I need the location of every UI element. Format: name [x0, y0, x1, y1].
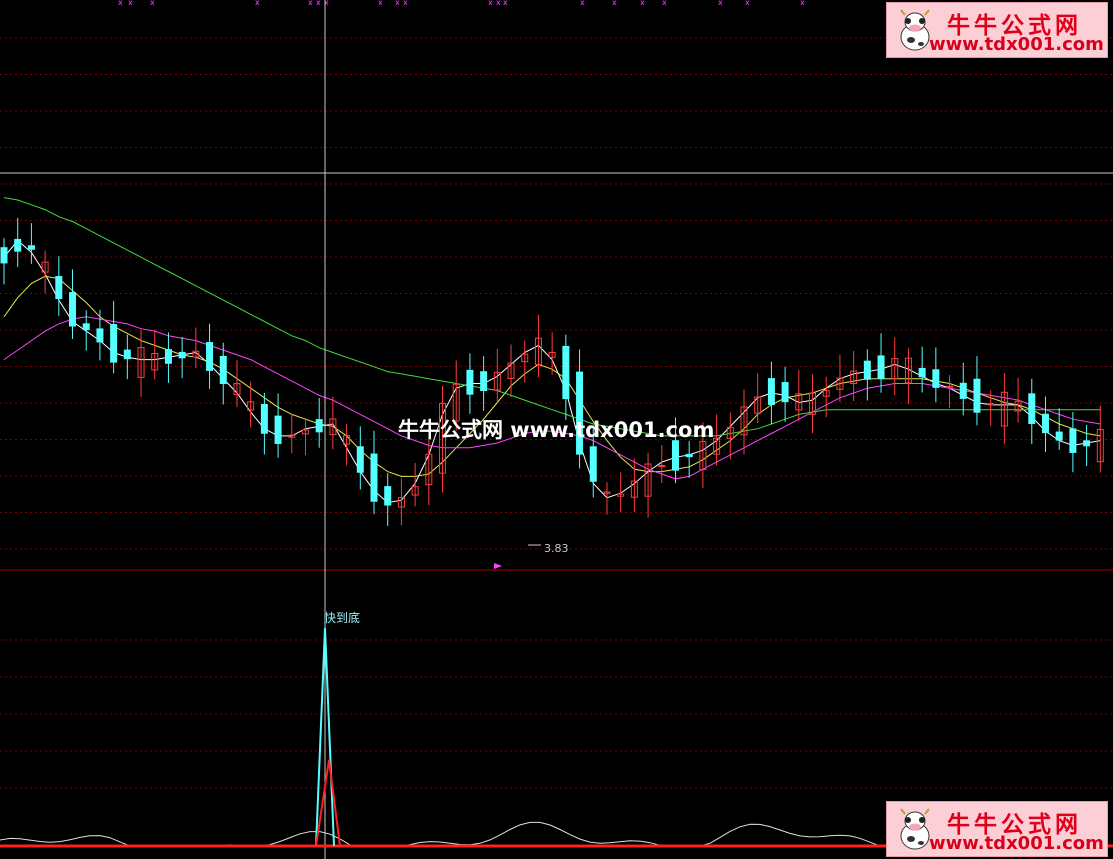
candle-body — [466, 369, 474, 395]
low-price-label: 3.83 — [544, 542, 569, 555]
candle-body — [1083, 440, 1091, 447]
pointer-icon — [494, 563, 502, 569]
candle-body — [685, 453, 693, 458]
top-mark: x — [662, 0, 667, 7]
site-badge-url: www.tdx001.com — [929, 833, 1104, 854]
candle-body — [206, 342, 214, 371]
candle-body — [918, 367, 926, 378]
top-mark: x — [378, 0, 383, 7]
candle-body — [1055, 431, 1063, 441]
candle-body — [315, 419, 323, 433]
top-mark: x — [503, 0, 508, 7]
candle-body — [877, 355, 885, 380]
candle-body — [562, 345, 570, 400]
site-badge-bottom[interactable]: 牛牛公式网 www.tdx001.com — [886, 801, 1108, 857]
top-mark: x — [612, 0, 617, 7]
candle-body — [123, 349, 131, 360]
top-mark-row: xxxxxxxxxxxxxxxxxxxx — [118, 0, 805, 7]
candle-body — [14, 238, 22, 252]
candle-body — [658, 465, 666, 468]
candle-body — [384, 486, 392, 506]
candle-body — [781, 382, 789, 403]
top-mark: x — [718, 0, 723, 7]
candle-body — [1041, 413, 1049, 434]
candle-body — [260, 404, 268, 434]
top-mark: x — [496, 0, 501, 7]
top-mark: x — [316, 0, 321, 7]
candle-body — [96, 328, 104, 343]
top-mark: x — [800, 0, 805, 7]
candle-body — [1028, 393, 1036, 424]
candle-body — [370, 453, 378, 502]
top-mark: x — [488, 0, 493, 7]
top-mark: x — [128, 0, 133, 7]
candle-body — [932, 369, 940, 388]
candle-body — [27, 245, 35, 250]
site-badge-url: www.tdx001.com — [929, 34, 1104, 55]
top-mark: x — [580, 0, 585, 7]
candle-body — [589, 446, 597, 482]
candle-body — [178, 351, 186, 359]
top-mark: x — [150, 0, 155, 7]
watermark-text: 牛牛公式网 www.tdx001.com — [398, 418, 715, 442]
top-mark: x — [308, 0, 313, 7]
candle-body — [164, 349, 172, 364]
candle-body — [356, 446, 364, 473]
candle-body — [219, 355, 227, 385]
top-mark: x — [745, 0, 750, 7]
candle-body — [1069, 428, 1077, 453]
candle-body — [274, 415, 282, 444]
site-badge-top[interactable]: 牛牛公式网 www.tdx001.com — [886, 2, 1108, 58]
candle-body — [82, 323, 90, 331]
candle-body — [480, 371, 488, 392]
candle-body — [946, 385, 954, 388]
top-mark: x — [403, 0, 408, 7]
top-mark: x — [640, 0, 645, 7]
candle-body — [671, 440, 679, 471]
price-grid — [0, 37, 1113, 789]
top-mark: x — [118, 0, 123, 7]
signal-annotation: 快到底 — [324, 610, 360, 625]
top-mark: x — [395, 0, 400, 7]
candle-body — [767, 378, 775, 405]
candle-body — [973, 378, 981, 413]
candle-body — [959, 382, 967, 399]
top-mark: x — [255, 0, 260, 7]
candle-body — [69, 292, 77, 327]
candle-body — [110, 324, 118, 363]
candle-body — [0, 247, 8, 264]
candlestick-series — [0, 217, 1104, 527]
candle-body — [863, 360, 871, 380]
candle-body — [55, 276, 63, 299]
